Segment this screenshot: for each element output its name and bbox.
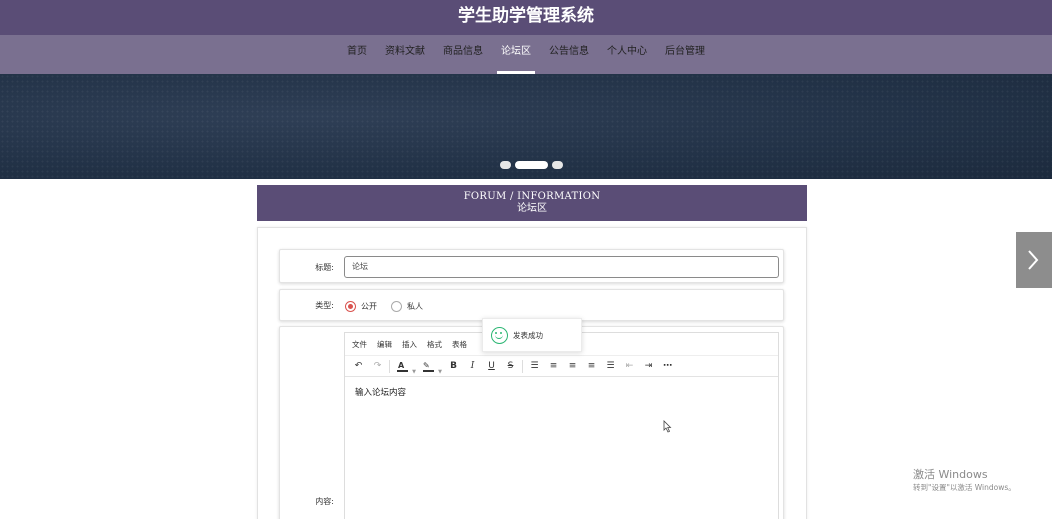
toolbar-divider	[389, 359, 390, 373]
next-arrow-button[interactable]	[1016, 232, 1052, 288]
chevron-right-icon	[1028, 250, 1039, 270]
menu-table[interactable]: 表格	[452, 339, 467, 350]
rich-text-editor: 文件 编辑 插入 格式 表格 ↶ ↷ A ▼ ✎ ▼ B I U S ☰ ≡ ≡ ≡	[344, 332, 779, 519]
menu-file[interactable]: 文件	[352, 339, 367, 350]
title-input[interactable]: 论坛	[344, 256, 779, 278]
site-title: 学生助学管理系统	[458, 6, 594, 26]
type-label: 类型:	[315, 301, 334, 310]
title-row: 标题: 论坛	[279, 249, 784, 283]
title-label: 标题:	[315, 263, 334, 272]
toolbar-divider	[522, 359, 523, 373]
bold-icon[interactable]: B	[446, 359, 461, 374]
menu-insert[interactable]: 插入	[402, 339, 417, 350]
nav-item-forum[interactable]: 论坛区	[497, 35, 535, 74]
nav-item-announcements[interactable]: 公告信息	[547, 35, 591, 74]
editor-toolbar: ↶ ↷ A ▼ ✎ ▼ B I U S ☰ ≡ ≡ ≡ ☰ ⇤ ⇥ ⋯	[345, 356, 778, 377]
menu-edit[interactable]: 编辑	[377, 339, 392, 350]
main-nav: 首页 资料文献 商品信息 论坛区 公告信息 个人中心 后台管理	[0, 35, 1052, 74]
menu-format[interactable]: 格式	[427, 339, 442, 350]
type-row: 类型: 公开 私人	[279, 289, 784, 321]
content-label: 内容:	[315, 497, 334, 506]
section-title-cn: 论坛区	[517, 203, 547, 214]
more-icon[interactable]: ⋯	[660, 359, 675, 374]
nav-item-products[interactable]: 商品信息	[441, 35, 485, 74]
undo-icon[interactable]: ↶	[351, 359, 366, 374]
align-right-icon[interactable]: ≡	[584, 359, 599, 374]
align-left-icon[interactable]: ≡	[546, 359, 561, 374]
nav-item-documents[interactable]: 资料文献	[383, 35, 427, 74]
carousel-dot[interactable]	[500, 161, 511, 169]
highlight-icon[interactable]: ✎ ▼	[420, 359, 442, 375]
carousel-dot-active[interactable]	[515, 161, 548, 169]
banner-carousel	[0, 74, 1052, 179]
windows-activation-watermark: 激活 Windows 转到"设置"以激活 Windows。	[913, 468, 1016, 494]
carousel-dot[interactable]	[552, 161, 563, 169]
radio-private-label: 私人	[407, 302, 423, 311]
nav-item-home[interactable]: 首页	[345, 35, 369, 74]
indent-icon[interactable]: ⇥	[641, 359, 656, 374]
line-height-icon[interactable]: ☰	[527, 359, 542, 374]
watermark-line2: 转到"设置"以激活 Windows。	[913, 483, 1016, 492]
font-color-icon[interactable]: A ▼	[394, 359, 416, 375]
toast-message: 发表成功	[513, 330, 543, 340]
section-header: FORUM / INFORMATION 论坛区	[257, 185, 807, 221]
content-row: 内容: 文件 编辑 插入 格式 表格 ↶ ↷ A▼ ✎▼ B I U S ☰	[279, 326, 784, 519]
italic-icon[interactable]: I	[465, 359, 480, 374]
mouse-cursor-icon	[663, 420, 672, 433]
redo-icon[interactable]: ↷	[370, 359, 385, 374]
nav-item-admin[interactable]: 后台管理	[663, 35, 707, 74]
radio-public-label: 公开	[361, 302, 377, 311]
underline-icon[interactable]: U	[484, 359, 499, 374]
outdent-icon[interactable]: ⇤	[622, 359, 637, 374]
editor-content-area[interactable]: 输入论坛内容	[345, 377, 778, 407]
radio-unchecked-icon	[391, 301, 402, 312]
watermark-line1: 激活 Windows	[913, 468, 988, 481]
section-title-en: FORUM / INFORMATION	[463, 191, 601, 202]
site-header: 学生助学管理系统	[0, 0, 1052, 35]
strikethrough-icon[interactable]: S	[503, 359, 518, 374]
success-toast: 发表成功	[482, 318, 582, 352]
page: 学生助学管理系统 首页 资料文献 商品信息 论坛区 公告信息 个人中心 后台管理…	[0, 0, 1052, 519]
editor-placeholder: 输入论坛内容	[355, 388, 407, 398]
justify-icon[interactable]: ☰	[603, 359, 618, 374]
radio-private[interactable]: 私人	[391, 301, 423, 312]
radio-public[interactable]: 公开	[345, 301, 377, 312]
smile-icon	[491, 326, 508, 344]
nav-item-profile[interactable]: 个人中心	[605, 35, 649, 74]
carousel-indicators	[500, 161, 563, 169]
radio-checked-icon	[345, 301, 356, 312]
align-center-icon[interactable]: ≡	[565, 359, 580, 374]
